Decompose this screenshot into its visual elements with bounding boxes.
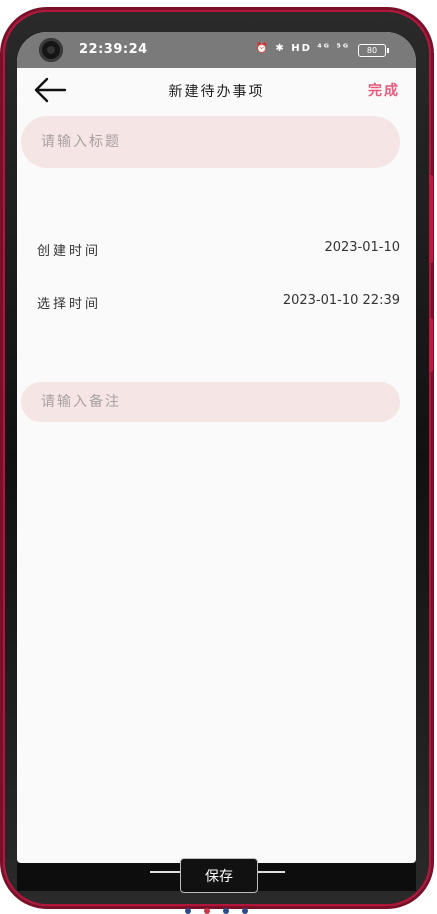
app-screen: 22:39:24 ⏰ ✱ HD ⁴ᴳ ⁵ᴳ 80 新建待办事项 完成 创建时间 … [17,32,416,863]
title-input[interactable] [21,116,400,168]
save-button[interactable]: 保存 [180,858,258,893]
page-indicator [185,908,255,914]
page-dot [185,908,191,914]
nav-line-left [150,871,180,873]
status-time: 22:39:24 [79,42,148,57]
nav-line-right [257,871,285,873]
app-bar: 新建待办事项 完成 [17,68,416,112]
note-input[interactable] [21,382,400,422]
page-dot [204,908,210,914]
select-time-label: 选择时间 [37,297,102,312]
battery-icon: 80 [358,44,389,57]
status-bar: 22:39:24 ⏰ ✱ HD ⁴ᴳ ⁵ᴳ 80 [17,32,416,68]
select-time-value: 2023-01-10 22:39 [282,293,400,308]
page-dot [223,908,229,914]
volume-button [429,175,433,263]
created-time-row: 创建时间 2023-01-10 [17,234,416,264]
front-camera-icon [39,38,63,62]
done-button[interactable]: 完成 [368,80,400,100]
power-button [429,318,433,372]
created-time-value: 2023-01-10 [324,240,400,255]
created-time-label: 创建时间 [37,244,102,259]
page-dot [242,908,248,914]
page-title: 新建待办事项 [168,84,265,100]
select-time-row[interactable]: 选择时间 2023-01-10 22:39 [17,287,416,317]
status-icons: ⏰ ✱ HD ⁴ᴳ ⁵ᴳ [255,43,350,54]
